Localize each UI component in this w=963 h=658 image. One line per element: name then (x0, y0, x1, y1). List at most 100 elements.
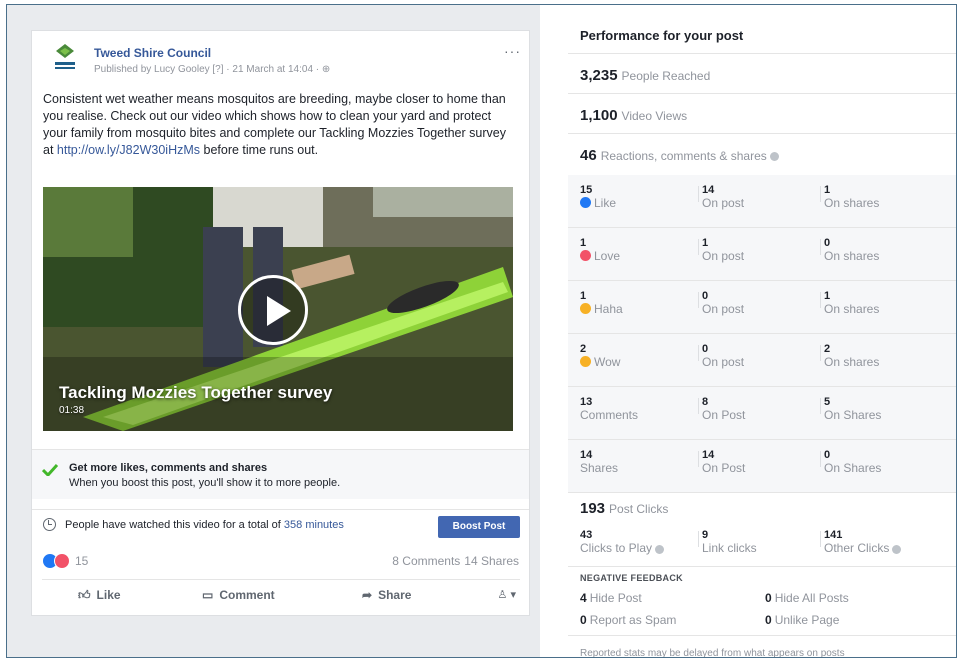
performance-panel: Performance for your post 3,235 People Re… (540, 5, 956, 657)
reaction-count[interactable]: 15 (75, 554, 88, 568)
on-post-label: On post (702, 355, 745, 369)
shares-on-shares-cell: 0 On Shares (819, 449, 882, 476)
post-clicks-metric: 193 Post Clicks (580, 500, 668, 517)
wow-total-cell: 2 Wow (580, 343, 620, 370)
video-views-metric: 1,100 Video Views (580, 107, 687, 124)
share-icon: ➦ (362, 588, 373, 602)
council-logo-icon (55, 44, 75, 69)
comments-row-label: Comments (580, 408, 639, 422)
hide-all-posts-value: 0 (765, 591, 772, 605)
post-body-end: before time runs out. (200, 143, 319, 157)
table-row: 14 Shares 14 On Post 0 On Shares (568, 440, 956, 493)
on-post-label: On post (702, 302, 745, 316)
like-total-cell: 15 Like (580, 184, 616, 211)
share-button[interactable]: ➦ Share (362, 588, 411, 602)
shares-on-post-cell: 14 On Post (697, 449, 745, 476)
divider (568, 133, 956, 134)
people-reached-value: 3,235 (580, 67, 618, 84)
comment-icon: ▭ (202, 588, 214, 602)
hide-all-posts-label: Hide All Posts (774, 591, 849, 605)
divider (568, 635, 956, 636)
performance-title: Performance for your post (580, 28, 744, 43)
reactions-summary[interactable]: 15 8 Comments 14 Shares (32, 549, 529, 573)
comment-button[interactable]: ▭ Comment (202, 588, 275, 602)
post-body-text: Consistent wet weather means mosquitos a… (43, 91, 513, 159)
engagement-breakdown-table: 15 Like 14 On post 1 On shares 1 Love 1 On po… (568, 175, 956, 493)
on-post-label: On post (702, 196, 745, 210)
comment-share-counts: 8 Comments 14 Shares (388, 554, 519, 568)
love-on-post-cell: 1 On post (697, 237, 745, 264)
haha-total-cell: 1 Haha (580, 290, 623, 317)
watch-prefix: People have watched this video for a tot… (65, 519, 284, 531)
on-post-label: On post (702, 249, 745, 263)
like-on-shares-cell: 1 On shares (819, 184, 879, 211)
wow-on-shares-cell: 2 On shares (819, 343, 879, 370)
people-reached-metric: 3,235 People Reached (580, 67, 710, 84)
boost-tip: Get more likes, comments and shares When… (32, 449, 529, 499)
shares-count-link[interactable]: 14 Shares (464, 554, 519, 568)
on-shares-label: On Shares (824, 461, 882, 475)
audience-selector[interactable]: ♙ ▾ (498, 588, 516, 601)
audience-icon: ♙ (497, 589, 508, 601)
shares-row-label: Shares (580, 461, 619, 475)
boost-post-button[interactable]: Boost Post (438, 516, 520, 538)
watch-time-row: People have watched this video for a tot… (32, 509, 529, 541)
screenshot-frame: Tweed Shire Council Published by Lucy Go… (6, 4, 957, 658)
love-on-shares-cell: 0 On shares (819, 237, 880, 264)
like-on-post-cell: 14 On post (697, 184, 745, 211)
video-player[interactable]: Tackling Mozzies Together survey 01:38 (43, 187, 513, 431)
like-button[interactable]: 👍︎ Like (78, 588, 121, 603)
post-clicks-label: Post Clicks (609, 502, 669, 516)
comments-total-cell: 13 Comments (580, 396, 638, 423)
info-icon[interactable] (892, 544, 902, 554)
on-shares-label: On shares (824, 249, 880, 263)
info-icon[interactable] (655, 544, 665, 554)
info-icon[interactable] (769, 151, 779, 161)
haha-on-post-cell: 0 On post (697, 290, 745, 317)
love-row-label: Love (594, 249, 621, 263)
video-views-value: 1,100 (580, 107, 618, 124)
other-clicks-cell: 141 Other Clicks (819, 529, 902, 556)
on-shares-label: On Shares (824, 408, 882, 422)
engagement-label: Reactions, comments & shares (600, 149, 767, 163)
checkmark-icon (42, 464, 58, 476)
video-duration: 01:38 (59, 405, 85, 416)
engagement-metric: 46 Reactions, comments & shares (580, 147, 779, 164)
like-reaction-icon (580, 197, 591, 208)
watch-minutes-link[interactable]: 358 minutes (284, 519, 344, 531)
published-text: Published by Lucy Gooley [?] · 21 March … (94, 64, 322, 75)
wow-on-post-cell: 0 On post (697, 343, 745, 370)
people-reached-label: People Reached (621, 69, 711, 83)
boost-tip-subtitle: When you boost this post, you'll show it… (69, 477, 341, 489)
video-title: Tackling Mozzies Together survey (59, 383, 333, 402)
more-options-icon[interactable]: ··· (504, 43, 521, 59)
hide-post-value: 4 (580, 591, 587, 605)
table-row: 2 Wow 0 On post 2 On shares (568, 334, 956, 387)
hide-all-posts-stat: 0 Hide All Posts (765, 591, 849, 605)
globe-icon: ⊕ (321, 64, 331, 75)
chevron-down-icon: ▾ (510, 589, 516, 601)
table-row: 1 Love 1 On post 0 On shares (568, 228, 956, 281)
link-clicks-cell: 9 Link clicks (698, 529, 757, 556)
post-clicks-value: 193 (580, 500, 606, 517)
on-post-label: On Post (702, 408, 746, 422)
boost-tip-title: Get more likes, comments and shares (69, 462, 268, 474)
watch-time-text: People have watched this video for a tot… (65, 519, 344, 531)
page-name-link[interactable]: Tweed Shire Council (94, 46, 211, 60)
comments-count-link[interactable]: 8 Comments (392, 554, 460, 568)
post-header: Tweed Shire Council Published by Lucy Go… (32, 31, 529, 81)
other-clicks-label: Other Clicks (824, 541, 890, 555)
survey-link[interactable]: http://ow.ly/J82W30iHzMs (57, 143, 200, 157)
negative-feedback-header: NEGATIVE FEEDBACK (580, 573, 683, 583)
report-spam-value: 0 (580, 613, 587, 627)
on-shares-label: On shares (824, 302, 880, 316)
hide-post-label: Hide Post (589, 591, 642, 605)
comments-on-post-cell: 8 On Post (697, 396, 746, 423)
love-total-cell: 1 Love (580, 237, 620, 264)
clicks-to-play-label: Clicks to Play (580, 541, 653, 555)
unlike-page-stat: 0 Unlike Page (765, 613, 839, 627)
clicks-to-play-cell: 43 Clicks to Play (580, 529, 665, 556)
share-label: Share (378, 588, 412, 602)
clock-icon (43, 518, 56, 531)
play-button[interactable] (238, 275, 308, 345)
